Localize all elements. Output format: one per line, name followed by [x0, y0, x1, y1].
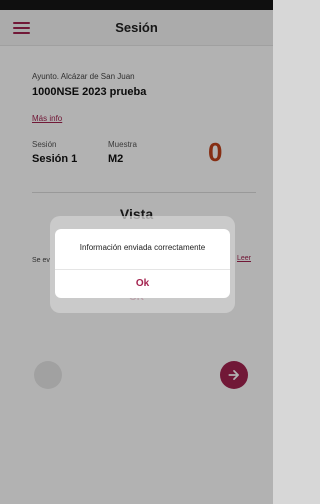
dialog-ok-button[interactable]: Ok — [55, 270, 230, 298]
alert-dialog: Información enviada correctamente Ok — [55, 229, 230, 298]
dialog-message: Información enviada correctamente — [79, 243, 206, 252]
